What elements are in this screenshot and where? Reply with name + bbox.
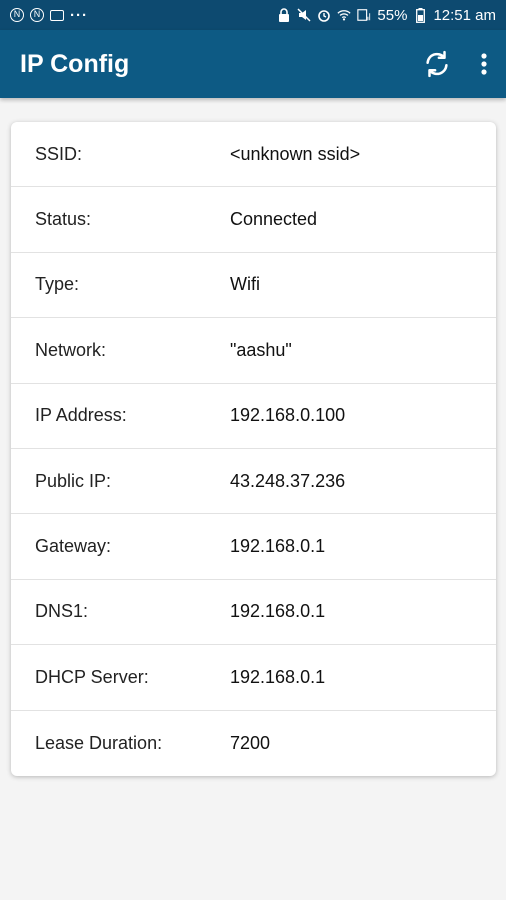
more-dots-icon: ··· — [70, 6, 88, 24]
info-row-type: Type: Wifi — [11, 253, 496, 319]
battery-percent: 55% — [377, 6, 408, 24]
alarm-icon — [317, 8, 331, 22]
status-right: 55% 12:51 am — [277, 7, 496, 24]
wifi-icon — [337, 8, 352, 22]
info-row-gateway: Gateway: 192.168.0.1 — [11, 514, 496, 580]
app-title: IP Config — [20, 49, 130, 78]
app-bar: IP Config — [0, 30, 506, 98]
status-bar: N N ··· 55% 12:51 am — [0, 0, 506, 30]
refresh-button[interactable] — [422, 49, 452, 79]
more-vert-icon — [481, 53, 487, 75]
info-row-dns1: DNS1: 192.168.0.1 — [11, 580, 496, 646]
info-row-lease-duration: Lease Duration: 7200 — [11, 711, 496, 776]
info-label: SSID: — [35, 143, 83, 164]
info-value: 7200 — [230, 732, 271, 753]
app-actions — [422, 49, 488, 79]
info-label: Gateway: — [35, 536, 112, 557]
info-value: 192.168.0.1 — [230, 601, 326, 622]
info-label: DNS1: — [35, 601, 89, 622]
info-label: Network: — [35, 339, 107, 360]
battery-icon — [413, 7, 427, 23]
info-label: Public IP: — [35, 470, 112, 491]
circle-n-icon: N — [10, 8, 24, 22]
info-row-status: Status: Connected — [11, 187, 496, 253]
info-row-public-ip: Public IP: 43.248.37.236 — [11, 449, 496, 515]
info-value: Connected — [230, 209, 318, 230]
info-row-network: Network: "aashu" — [11, 318, 496, 384]
info-label: Type: — [35, 274, 80, 295]
info-value: 43.248.37.236 — [230, 470, 346, 491]
mute-icon — [297, 8, 311, 22]
info-value: <unknown ssid> — [230, 143, 361, 164]
signal-icon — [357, 8, 371, 22]
lock-icon — [277, 8, 291, 22]
info-value: 192.168.0.1 — [230, 536, 326, 557]
image-icon — [50, 9, 64, 21]
info-label: Status: — [35, 209, 92, 230]
info-label: DHCP Server: — [35, 666, 149, 687]
status-left: N N ··· — [10, 7, 88, 24]
info-label: Lease Duration: — [35, 732, 163, 753]
refresh-icon — [426, 50, 448, 78]
ip-info-card: SSID: <unknown ssid> Status: Connected T… — [11, 122, 496, 776]
info-value: 192.168.0.100 — [230, 405, 346, 426]
info-value: 192.168.0.1 — [230, 666, 326, 687]
info-row-ip-address: IP Address: 192.168.0.100 — [11, 384, 496, 449]
circle-n-icon: N — [30, 8, 44, 22]
info-value: Wifi — [230, 274, 260, 295]
more-options-button[interactable] — [480, 52, 488, 76]
info-row-dhcp-server: DHCP Server: 192.168.0.1 — [11, 645, 496, 711]
info-row-ssid: SSID: <unknown ssid> — [11, 122, 496, 188]
info-value: "aashu" — [230, 339, 292, 360]
info-label: IP Address: — [35, 405, 127, 426]
clock: 12:51 am — [433, 6, 496, 24]
